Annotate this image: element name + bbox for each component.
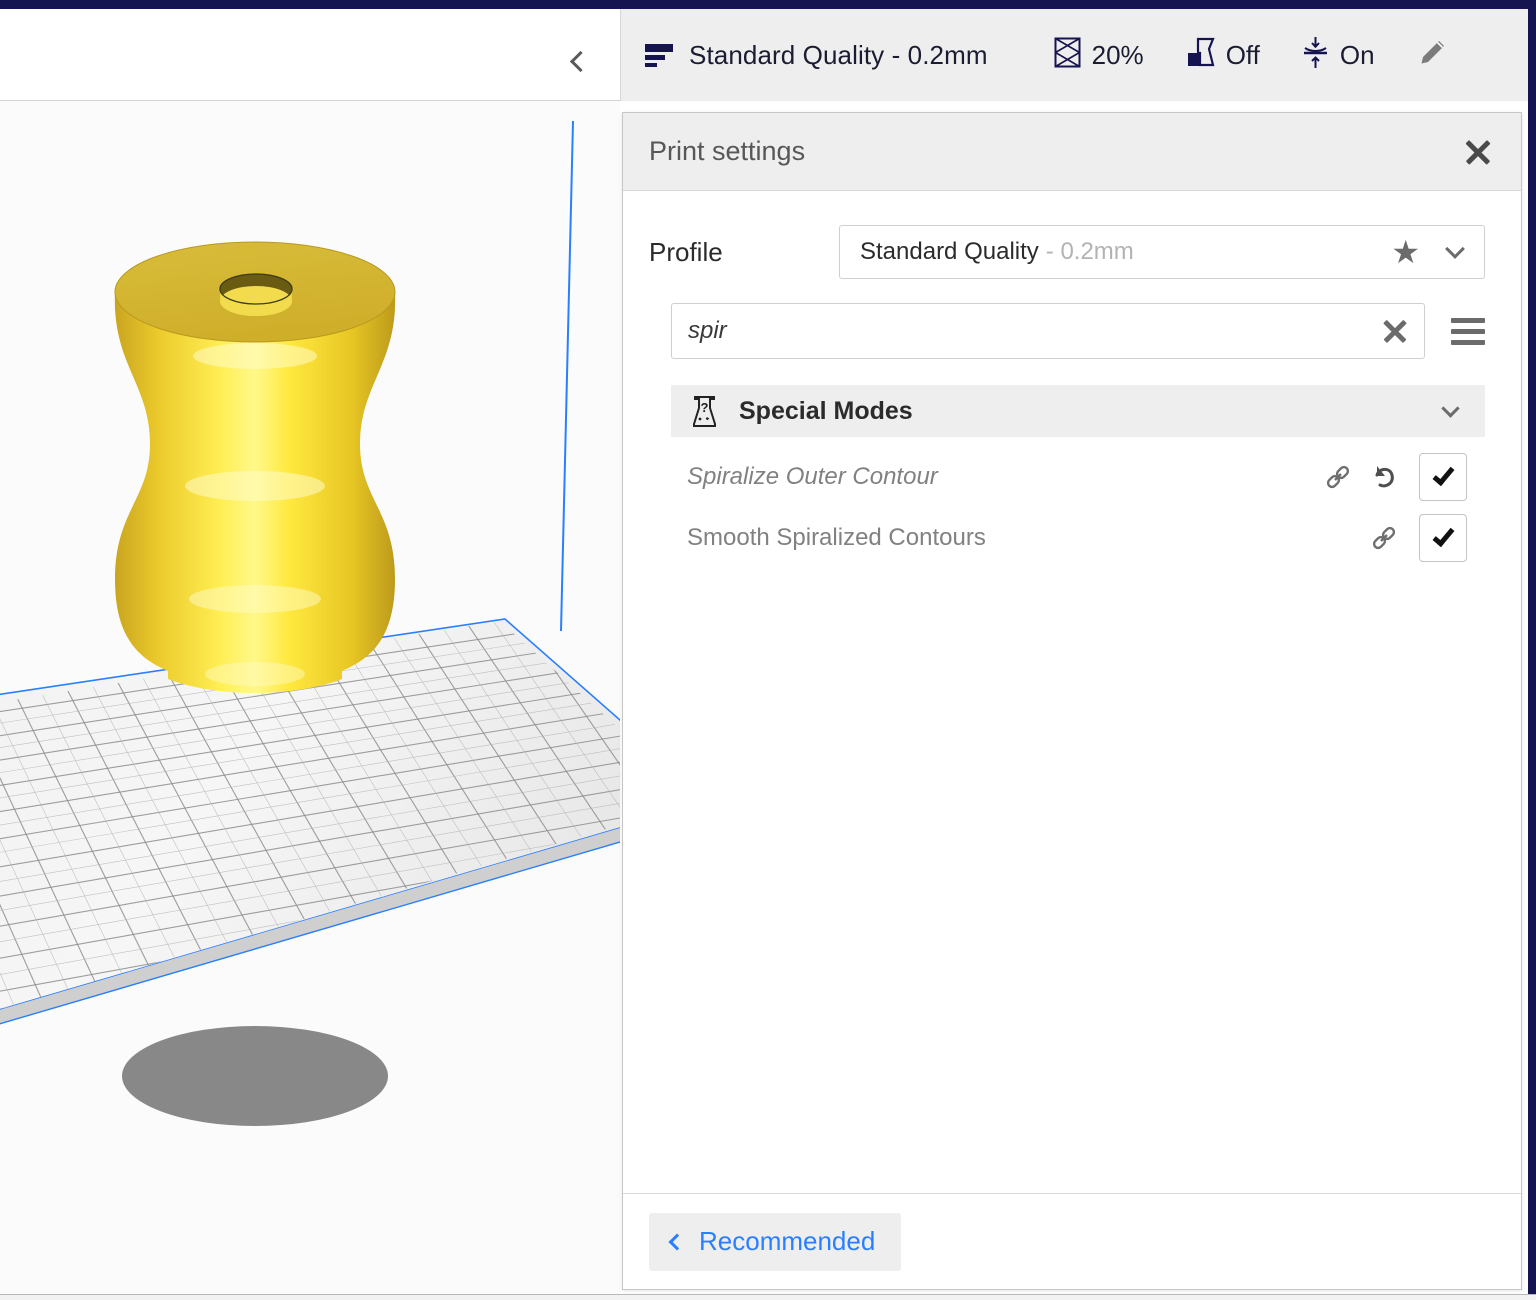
print-settings-title: Print settings bbox=[649, 136, 805, 167]
profile-summary-button[interactable]: Standard Quality - 0.2mm bbox=[645, 40, 988, 71]
support-status[interactable]: Off bbox=[1186, 37, 1260, 74]
support-value: Off bbox=[1226, 40, 1260, 71]
collapse-panel-button[interactable] bbox=[556, 39, 604, 83]
infill-value: 20% bbox=[1092, 40, 1144, 71]
pencil-icon bbox=[1417, 55, 1447, 72]
chevron-left-icon bbox=[569, 50, 590, 71]
setting-controls bbox=[1315, 514, 1467, 562]
star-icon[interactable]: ★ bbox=[1391, 236, 1420, 268]
setting-row: Spiralize Outer Contour bbox=[671, 451, 1485, 503]
profile-value-name: Standard Quality bbox=[860, 238, 1039, 266]
recommended-mode-button[interactable]: Recommended bbox=[649, 1213, 901, 1271]
category-title: Special Modes bbox=[739, 397, 1444, 426]
adhesion-value: On bbox=[1340, 40, 1375, 71]
hamburger-menu-icon[interactable] bbox=[1451, 318, 1485, 345]
profile-selector[interactable]: Standard Quality - 0.2mm ★ bbox=[839, 225, 1485, 279]
chevron-down-icon[interactable] bbox=[1441, 399, 1459, 417]
setting-controls bbox=[1315, 453, 1467, 501]
search-input[interactable] bbox=[688, 317, 1380, 345]
profile-value-sub: - 0.2mm bbox=[1046, 238, 1134, 266]
print-settings-header: Print settings bbox=[623, 113, 1521, 191]
header-status-group: 20% Off bbox=[1054, 36, 1473, 75]
edit-settings-button[interactable] bbox=[1417, 38, 1447, 73]
adhesion-icon bbox=[1302, 36, 1329, 75]
setting-row: Smooth Spiralized Contours bbox=[671, 512, 1485, 564]
header-profile-title: Standard Quality - 0.2mm bbox=[689, 40, 988, 71]
print-setup-header[interactable]: Standard Quality - 0.2mm 20% bbox=[620, 9, 1528, 101]
check-icon bbox=[1432, 524, 1454, 547]
search-row bbox=[623, 279, 1521, 359]
window-bottom-strip bbox=[0, 1294, 1536, 1300]
profile-label: Profile bbox=[649, 237, 839, 268]
profile-row: Profile Standard Quality - 0.2mm ★ bbox=[623, 191, 1521, 279]
support-icon bbox=[1186, 37, 1215, 74]
viewport-topbar bbox=[0, 9, 620, 101]
build-plate-scene[interactable] bbox=[0, 101, 620, 1300]
build-volume-render bbox=[0, 101, 620, 1300]
infill-icon bbox=[1054, 37, 1081, 73]
3d-viewport[interactable] bbox=[0, 9, 620, 1300]
adhesion-status[interactable]: On bbox=[1302, 36, 1375, 75]
print-settings-popup: Print settings Profile Standard Quality … bbox=[622, 112, 1522, 1290]
svg-text:?: ? bbox=[700, 400, 708, 415]
settings-list: ? Special Modes Spiralize Outer Contour bbox=[623, 359, 1521, 564]
category-special-modes[interactable]: ? Special Modes bbox=[671, 385, 1485, 437]
experimental-flask-icon: ? bbox=[687, 395, 721, 427]
print-settings-footer: Recommended bbox=[623, 1193, 1521, 1289]
chevron-left-icon bbox=[669, 1233, 686, 1250]
setting-label-smooth-spiralized-contours: Smooth Spiralized Contours bbox=[687, 524, 1315, 552]
right-column: Standard Quality - 0.2mm 20% bbox=[620, 9, 1528, 1300]
check-icon bbox=[1432, 463, 1454, 486]
infill-status[interactable]: 20% bbox=[1054, 37, 1144, 73]
recommended-label: Recommended bbox=[699, 1226, 875, 1257]
link-icon[interactable] bbox=[1315, 454, 1361, 500]
clear-search-icon[interactable] bbox=[1380, 316, 1410, 346]
layer-height-icon bbox=[645, 42, 673, 68]
window-chrome-right bbox=[1528, 0, 1536, 1300]
setting-checkbox-spiralize-outer-contour[interactable] bbox=[1419, 453, 1467, 501]
setting-label-spiralize-outer-contour: Spiralize Outer Contour bbox=[687, 463, 1315, 491]
print-settings-body: Profile Standard Quality - 0.2mm ★ bbox=[623, 191, 1521, 1193]
cura-window: Standard Quality - 0.2mm 20% bbox=[0, 0, 1536, 1300]
window-chrome-top bbox=[0, 0, 1536, 9]
revert-arrow-icon[interactable] bbox=[1361, 454, 1407, 500]
search-box[interactable] bbox=[671, 303, 1425, 359]
chevron-down-icon[interactable] bbox=[1445, 239, 1465, 259]
close-icon[interactable] bbox=[1461, 135, 1495, 169]
setting-checkbox-smooth-spiralized-contours[interactable] bbox=[1419, 514, 1467, 562]
link-icon[interactable] bbox=[1361, 515, 1407, 561]
